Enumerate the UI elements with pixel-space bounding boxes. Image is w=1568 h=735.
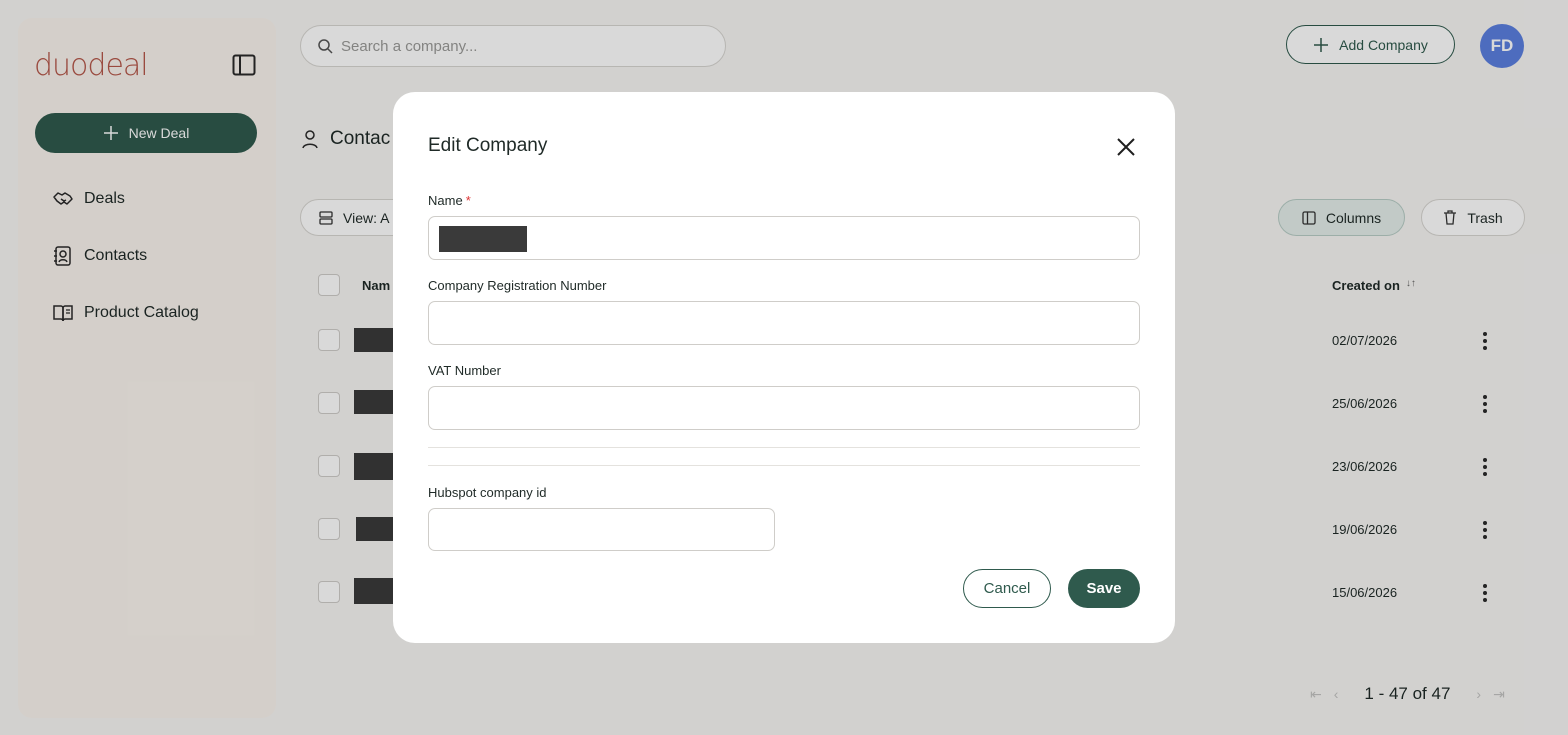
section-divider xyxy=(428,447,1140,448)
redacted-name-value xyxy=(439,226,527,252)
required-mark: * xyxy=(465,193,471,208)
app-root: duodeal New Deal Deals Contacts Product … xyxy=(0,0,1568,735)
cancel-button[interactable]: Cancel xyxy=(963,569,1051,608)
vat-field-label: VAT Number xyxy=(428,363,501,378)
save-button[interactable]: Save xyxy=(1068,569,1140,608)
name-field-label: Name * xyxy=(428,193,471,208)
vat-input[interactable] xyxy=(429,387,1139,429)
modal-title: Edit Company xyxy=(428,135,548,156)
hubspot-field-label: Hubspot company id xyxy=(428,485,547,500)
vat-field[interactable] xyxy=(428,386,1140,430)
hubspot-id-input[interactable] xyxy=(429,509,774,550)
reg-number-field-label: Company Registration Number xyxy=(428,278,607,293)
name-label-text: Name xyxy=(428,193,463,208)
section-divider xyxy=(428,465,1140,466)
hubspot-id-field[interactable] xyxy=(428,508,775,551)
close-icon[interactable] xyxy=(1115,136,1137,158)
edit-company-modal: Edit Company Name * Company Registration … xyxy=(393,92,1175,643)
name-field[interactable] xyxy=(428,216,1140,260)
reg-number-field[interactable] xyxy=(428,301,1140,345)
reg-number-input[interactable] xyxy=(429,302,1139,344)
